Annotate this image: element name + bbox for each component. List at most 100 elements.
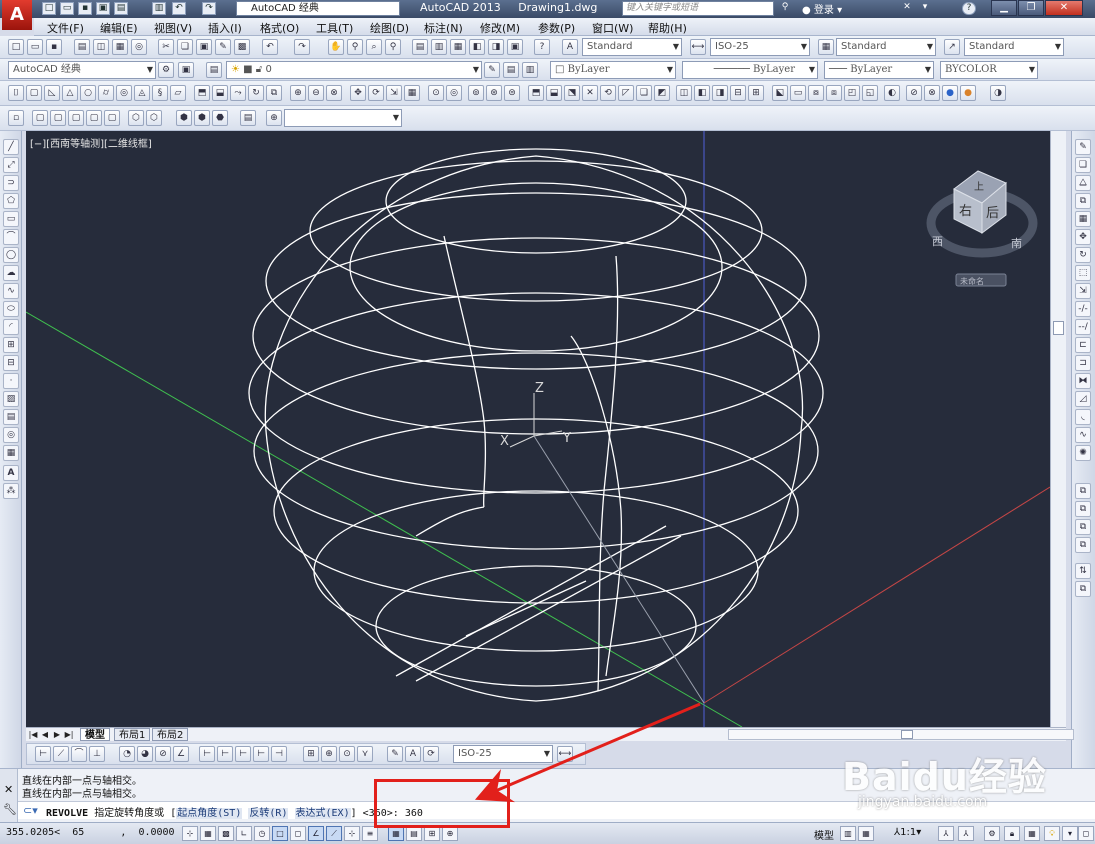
sw-iso-icon[interactable]: ⬡	[128, 110, 144, 126]
menu-window[interactable]: 窗口(W)	[592, 20, 633, 36]
wireframe-icon[interactable]: ⊘	[906, 85, 922, 101]
hatch-icon[interactable]: ▨	[3, 391, 19, 407]
ortho-mode-button[interactable]: ∟	[236, 826, 252, 841]
section-icon[interactable]: ◧	[694, 85, 710, 101]
ucs-menu-label[interactable]: 未命名	[960, 276, 984, 286]
application-menu-button[interactable]: A	[2, 0, 32, 30]
wedge-icon[interactable]: ◺	[44, 85, 60, 101]
dynamic-input-button[interactable]: ⊹	[344, 826, 360, 841]
layer-previous-icon[interactable]: ▤	[503, 62, 519, 78]
3d-array-icon[interactable]: ▦	[404, 85, 420, 101]
snap-mode-button[interactable]: ▦	[200, 826, 216, 841]
new-file-icon[interactable]: □	[42, 2, 56, 15]
visual-styles-icon[interactable]: ◐	[884, 85, 900, 101]
jogged-dim-icon[interactable]: ◕	[137, 746, 153, 762]
viewport-controls-label[interactable]: [−][西南等轴测][二维线框]	[30, 135, 152, 150]
clean-icon[interactable]: ⊞	[748, 85, 764, 101]
lineweight-button[interactable]: ≡	[362, 826, 378, 841]
aligned-dim-icon[interactable]: ⟋	[53, 746, 69, 762]
binoculars-icon[interactable]: ⚲	[778, 2, 792, 15]
workspace-settings-icon[interactable]: ⚙	[158, 62, 174, 78]
viewcube-top-face[interactable]: 上	[974, 181, 984, 193]
undo-icon[interactable]: ↶	[172, 2, 186, 15]
interfere-icon[interactable]: ⬕	[772, 85, 788, 101]
object-snap-tracking-button[interactable]: ∠	[308, 826, 324, 841]
copy-icon[interactable]: ❏	[177, 39, 193, 55]
realistic-icon[interactable]: ●	[942, 85, 958, 101]
slice-icon[interactable]: ◫	[676, 85, 692, 101]
ucs-icon[interactable]: ⊕	[266, 110, 282, 126]
extend-icon[interactable]: --/	[1075, 319, 1091, 335]
taper-faces-icon[interactable]: ◸	[618, 85, 634, 101]
sheet-set-icon[interactable]: ◧	[469, 39, 485, 55]
collaborate-icon[interactable]: ▾	[918, 2, 932, 15]
block-editor-icon[interactable]: ▩	[234, 39, 250, 55]
object-snap-button[interactable]: □	[272, 826, 288, 841]
continue-dim-icon[interactable]: ⊢	[235, 746, 251, 762]
separate-icon[interactable]: ⊟	[730, 85, 746, 101]
dim-style-icon[interactable]: ⟷	[690, 39, 706, 55]
search-input[interactable]: 键入关键字或短语	[622, 1, 774, 16]
menu-draw[interactable]: 绘图(D)	[370, 20, 409, 36]
polar-tracking-button[interactable]: ◷	[254, 826, 270, 841]
front-view-icon[interactable]: ▢	[32, 110, 48, 126]
hardware-acceleration-icon[interactable]: ▦	[1024, 826, 1040, 841]
lineweight-combo[interactable]: ─── ByLayer ▼	[824, 61, 934, 79]
auto-scale-button[interactable]: ⅄	[958, 826, 974, 841]
save-icon[interactable]: ▪	[78, 2, 92, 15]
convert-surface-icon[interactable]: ⧈	[826, 85, 842, 101]
trim-icon[interactable]: -/-	[1075, 301, 1091, 317]
menu-view[interactable]: 视图(V)	[154, 20, 192, 36]
save-as-icon[interactable]: ▣	[96, 2, 110, 15]
free-orbit-icon[interactable]: ◎	[446, 85, 462, 101]
multileader-style-combo[interactable]: Standard ▼	[964, 38, 1064, 56]
break-icon[interactable]: ⊐	[1075, 355, 1091, 371]
ordinate-dim-icon[interactable]: ⊥	[89, 746, 105, 762]
named-ucs-combo[interactable]: ▼	[284, 109, 402, 127]
option-start-angle[interactable]: 起点角度(ST)	[176, 808, 243, 819]
copy-faces-icon[interactable]: ❏	[636, 85, 652, 101]
plot-preview-icon[interactable]: ◫	[93, 39, 109, 55]
region-icon[interactable]: ◎	[3, 427, 19, 443]
hidden-icon[interactable]: ⊗	[924, 85, 940, 101]
quick-view-drawings-button[interactable]: ▦	[858, 826, 874, 841]
color-faces-icon[interactable]: ◩	[654, 85, 670, 101]
intersect-icon[interactable]: ⊗	[326, 85, 342, 101]
workspace-combo[interactable]: AutoCAD 经典 ▼	[8, 61, 156, 79]
next-tab-arrow[interactable]: ▶	[52, 729, 62, 740]
tab-layout1[interactable]: 布局1	[114, 728, 151, 741]
vertical-scroll-thumb[interactable]	[1053, 321, 1064, 335]
menu-dimension[interactable]: 标注(N)	[424, 20, 463, 36]
plot-icon[interactable]: ▤	[74, 39, 90, 55]
coordinate-readout[interactable]: 355.0205< 65 , 0.0000	[6, 827, 175, 838]
revolve-icon[interactable]: ↻	[248, 85, 264, 101]
rotate-icon[interactable]: ↻	[1075, 247, 1091, 263]
linetype-combo[interactable]: ────── ByLayer ▼	[682, 61, 818, 79]
construction-line-icon[interactable]: ⤢	[3, 157, 19, 173]
cone-icon[interactable]: △	[62, 85, 78, 101]
menu-modify[interactable]: 修改(M)	[480, 20, 520, 36]
print-icon[interactable]: ▥	[152, 2, 166, 15]
ellipse-icon[interactable]: ⬭	[3, 301, 19, 317]
markup-icon[interactable]: ◨	[488, 39, 504, 55]
cylinder-icon[interactable]: ⌭	[98, 85, 114, 101]
new-icon[interactable]: □	[8, 39, 24, 55]
left-view-icon[interactable]: ▢	[50, 110, 66, 126]
section-plane-icon[interactable]: ◱	[862, 85, 878, 101]
revolved-solid-wireframe[interactable]	[248, 148, 824, 702]
match-properties-icon[interactable]: ✎	[215, 39, 231, 55]
command-close-icon[interactable]: ✕	[4, 783, 13, 796]
baseline-dim-icon[interactable]: ⊢	[217, 746, 233, 762]
color-combo[interactable]: □ ByLayer ▼	[550, 61, 676, 79]
tab-model[interactable]: 模型	[80, 728, 110, 741]
command-window-handle[interactable]: ✕ 🔧︎	[0, 769, 18, 823]
table-style-icon[interactable]: ▦	[818, 39, 834, 55]
move-icon[interactable]: ✥	[1075, 229, 1091, 245]
diameter-dim-icon[interactable]: ⊘	[155, 746, 171, 762]
mtext-icon[interactable]: A	[3, 465, 19, 481]
quickcalc-icon[interactable]: ▣	[507, 39, 523, 55]
copy-icon[interactable]: ❏	[1075, 157, 1091, 173]
selection-cycling-button[interactable]: ⊞	[424, 826, 440, 841]
visual-styles-manager-icon[interactable]: ◑	[990, 85, 1006, 101]
pyramid-icon[interactable]: ◬	[134, 85, 150, 101]
